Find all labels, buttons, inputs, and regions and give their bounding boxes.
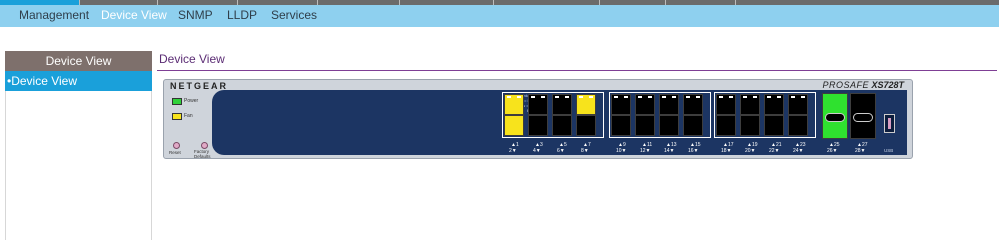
port-led <box>672 96 676 98</box>
port-led <box>614 96 618 98</box>
ethernet-port-5[interactable] <box>552 94 572 115</box>
subnav-management[interactable]: Management <box>19 8 89 22</box>
port-label: 28▼ <box>855 148 866 154</box>
port-led <box>531 96 535 98</box>
port-led <box>791 96 795 98</box>
port-label: 22▼ <box>769 148 780 154</box>
port-led <box>555 96 559 98</box>
ethernet-port-14[interactable] <box>659 115 679 136</box>
sub-navigation: Management Device View SNMP LLDP Service… <box>0 5 999 27</box>
port-label: 20▼ <box>745 148 756 154</box>
ethernet-port-11[interactable] <box>635 94 655 115</box>
port-led <box>719 96 723 98</box>
port-label: 2▼ <box>509 148 517 154</box>
usb-plug <box>888 118 891 129</box>
port-label: 14▼ <box>664 148 675 154</box>
port-label: 4▼ <box>533 148 541 154</box>
page-title: Device View <box>159 52 225 66</box>
ethernet-port-19[interactable] <box>740 94 760 115</box>
sidebar-item-device-view[interactable]: •Device View <box>5 71 152 91</box>
subnav-services[interactable]: Services <box>271 8 317 22</box>
model-label: PROSAFE XS728T <box>822 80 904 90</box>
port-led <box>589 96 593 98</box>
ethernet-port-16[interactable] <box>683 115 703 136</box>
port-led <box>753 96 757 98</box>
port-label: 8▼ <box>581 148 589 154</box>
brand-logo: NETGEAR <box>170 81 229 91</box>
series-name: PROSAFE <box>822 80 869 90</box>
port-led <box>686 96 690 98</box>
sfp-port-27-28[interactable] <box>850 93 876 139</box>
reset-button[interactable] <box>173 142 180 149</box>
ethernet-port-8[interactable] <box>576 115 596 136</box>
sidebar-header: Device View <box>5 51 152 71</box>
ethernet-port-12[interactable] <box>635 115 655 136</box>
ethernet-port-24[interactable] <box>788 115 808 136</box>
fan-led-icon <box>172 113 182 120</box>
ethernet-port-9[interactable] <box>611 94 631 115</box>
title-divider <box>157 70 997 71</box>
sidebar-body <box>5 91 152 240</box>
port-led <box>729 96 733 98</box>
port-led <box>565 96 569 98</box>
ethernet-port-3[interactable] <box>528 94 548 115</box>
power-led-icon <box>172 98 182 105</box>
port-led <box>638 96 642 98</box>
port-led <box>767 96 771 98</box>
sfp-slot-icon <box>853 113 873 122</box>
model-number: XS728T <box>871 80 904 90</box>
port-led <box>777 96 781 98</box>
usb-label: USB <box>884 148 894 153</box>
port-led <box>579 96 583 98</box>
port-label: 24▼ <box>793 148 804 154</box>
port-led <box>662 96 666 98</box>
factory-defaults-button[interactable] <box>201 142 208 149</box>
port-led <box>507 96 511 98</box>
port-label: 18▼ <box>721 148 732 154</box>
port-label: 10▼ <box>616 148 627 154</box>
ethernet-port-15[interactable] <box>683 94 703 115</box>
power-led-label: Power <box>184 98 199 104</box>
subnav-device-view[interactable]: Device View <box>101 8 167 22</box>
port-led <box>541 96 545 98</box>
ethernet-port-18[interactable] <box>716 115 736 136</box>
subnav-lldp[interactable]: LLDP <box>227 8 257 22</box>
port-label: 26▼ <box>827 148 838 154</box>
port-label: 16▼ <box>688 148 699 154</box>
sfp-slot-icon <box>825 113 845 122</box>
port-led <box>696 96 700 98</box>
ethernet-port-10[interactable] <box>611 115 631 136</box>
port-panel: Link/ACT mode Green = Link at 10G Yellow… <box>212 90 907 155</box>
port-led <box>648 96 652 98</box>
usb-port-icon <box>884 114 895 133</box>
ethernet-port-6[interactable] <box>552 115 572 136</box>
ethernet-port-20[interactable] <box>740 115 760 136</box>
ethernet-port-21[interactable] <box>764 94 784 115</box>
port-led <box>624 96 628 98</box>
port-label: 12▼ <box>640 148 651 154</box>
ethernet-port-7[interactable] <box>576 94 596 115</box>
ethernet-port-23[interactable] <box>788 94 808 115</box>
port-label: 6▼ <box>557 148 565 154</box>
ethernet-port-4[interactable] <box>528 115 548 136</box>
port-led <box>743 96 747 98</box>
switch-front-panel: NETGEAR PROSAFE XS728T Power Fan Reset F… <box>163 79 913 159</box>
subnav-snmp[interactable]: SNMP <box>178 8 213 22</box>
sidebar-item-label: Device View <box>11 74 78 88</box>
sfp-port-25-26[interactable] <box>822 93 848 139</box>
reset-label: Reset <box>169 150 181 155</box>
ethernet-port-13[interactable] <box>659 94 679 115</box>
ethernet-port-22[interactable] <box>764 115 784 136</box>
port-led <box>801 96 805 98</box>
port-led <box>517 96 521 98</box>
ethernet-port-2[interactable] <box>504 115 524 136</box>
ethernet-port-17[interactable] <box>716 94 736 115</box>
ethernet-port-1[interactable] <box>504 94 524 115</box>
fan-led-label: Fan <box>184 113 193 119</box>
